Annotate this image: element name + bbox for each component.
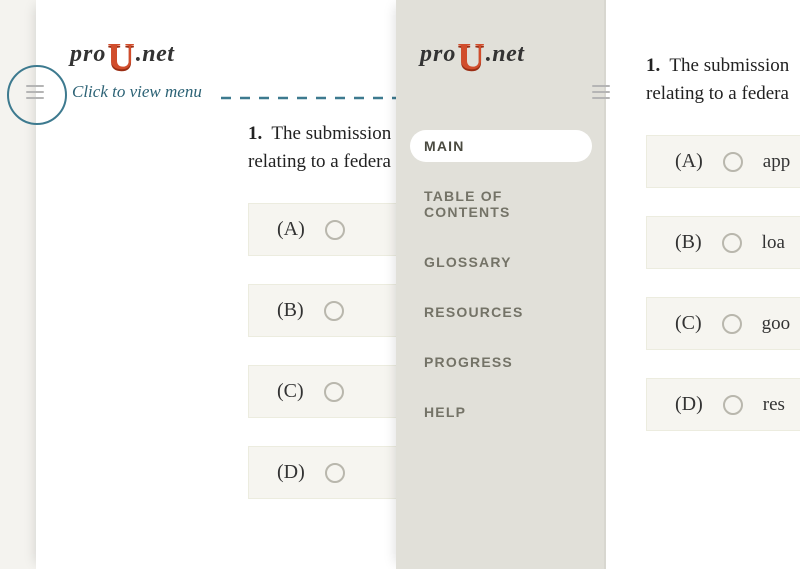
panel-menu-closed: pro U .net Click to view menu 1. The sub… <box>36 0 396 569</box>
logo-u: U <box>107 44 134 71</box>
menu-icon[interactable] <box>26 85 44 99</box>
option-letter: (C) <box>675 312 702 335</box>
radio-icon[interactable] <box>723 395 743 415</box>
option-text: res <box>763 394 785 416</box>
menu-item-main[interactable]: MAIN <box>410 130 592 162</box>
options-list: (A) app (B) loa (C) goo (D) res <box>646 135 800 431</box>
option-letter: (B) <box>675 231 702 254</box>
radio-icon[interactable] <box>325 463 345 483</box>
question-line2: relating to a federa <box>248 151 391 172</box>
option-row[interactable]: (A) app <box>646 135 800 188</box>
brand-logo: pro U .net <box>36 0 396 68</box>
question-block: 1. The submission relating to a federa (… <box>248 68 396 499</box>
logo-net: .net <box>136 41 175 68</box>
option-letter: (D) <box>675 393 703 416</box>
option-text: goo <box>762 313 791 335</box>
options-list: (A) (B) (C) (D) <box>248 203 396 499</box>
radio-icon[interactable] <box>324 301 344 321</box>
option-letter: (D) <box>277 461 305 484</box>
option-letter: (B) <box>277 299 304 322</box>
panels-container: pro U .net Click to view menu 1. The sub… <box>0 0 800 569</box>
question-block: 1. The submission relating to a federa (… <box>646 0 800 431</box>
radio-icon[interactable] <box>723 152 743 172</box>
question-text: 1. The submission relating to a federa <box>646 52 800 107</box>
menu-item-help[interactable]: HELP <box>410 396 592 428</box>
menu-item-glossary[interactable]: GLOSSARY <box>410 246 592 278</box>
option-letter: (A) <box>675 150 703 173</box>
option-row[interactable]: (C) goo <box>646 297 800 350</box>
radio-icon[interactable] <box>722 233 742 253</box>
logo-net: .net <box>486 41 525 68</box>
option-row[interactable]: (D) res <box>646 378 800 431</box>
menu-list: MAIN TABLE OF CONTENTS GLOSSARY RESOURCES PR… <box>396 68 606 428</box>
logo-pro: pro <box>420 41 456 68</box>
option-letter: (A) <box>277 218 305 241</box>
option-text: app <box>763 151 790 173</box>
menu-item-progress[interactable]: PROGRESS <box>410 346 592 378</box>
menu-item-table-of-contents[interactable]: TABLE OF CONTENTS <box>410 180 592 228</box>
question-line1: The submission <box>669 55 789 76</box>
menu-item-resources[interactable]: RESOURCES <box>410 296 592 328</box>
annotation-label: Click to view menu <box>72 82 202 102</box>
logo-u: U <box>457 44 484 71</box>
radio-icon[interactable] <box>324 382 344 402</box>
radio-icon[interactable] <box>325 220 345 240</box>
option-row[interactable]: (B) loa <box>646 216 800 269</box>
question-line2: relating to a federa <box>646 83 789 104</box>
question-number: 1. <box>646 55 660 76</box>
option-text: loa <box>762 232 785 254</box>
panel-menu-open: pro U .net MAIN TABLE OF CONTENTS GLOSSARY… <box>396 0 800 569</box>
question-number: 1. <box>248 123 262 144</box>
question-line1: The submission <box>271 123 391 144</box>
brand-logo: pro U .net <box>396 0 606 68</box>
logo-pro: pro <box>70 41 106 68</box>
sidebar-menu: pro U .net MAIN TABLE OF CONTENTS GLOSSARY… <box>396 0 606 569</box>
option-letter: (C) <box>277 380 304 403</box>
question-text: 1. The submission relating to a federa <box>248 120 396 175</box>
menu-icon[interactable] <box>592 85 610 99</box>
radio-icon[interactable] <box>722 314 742 334</box>
